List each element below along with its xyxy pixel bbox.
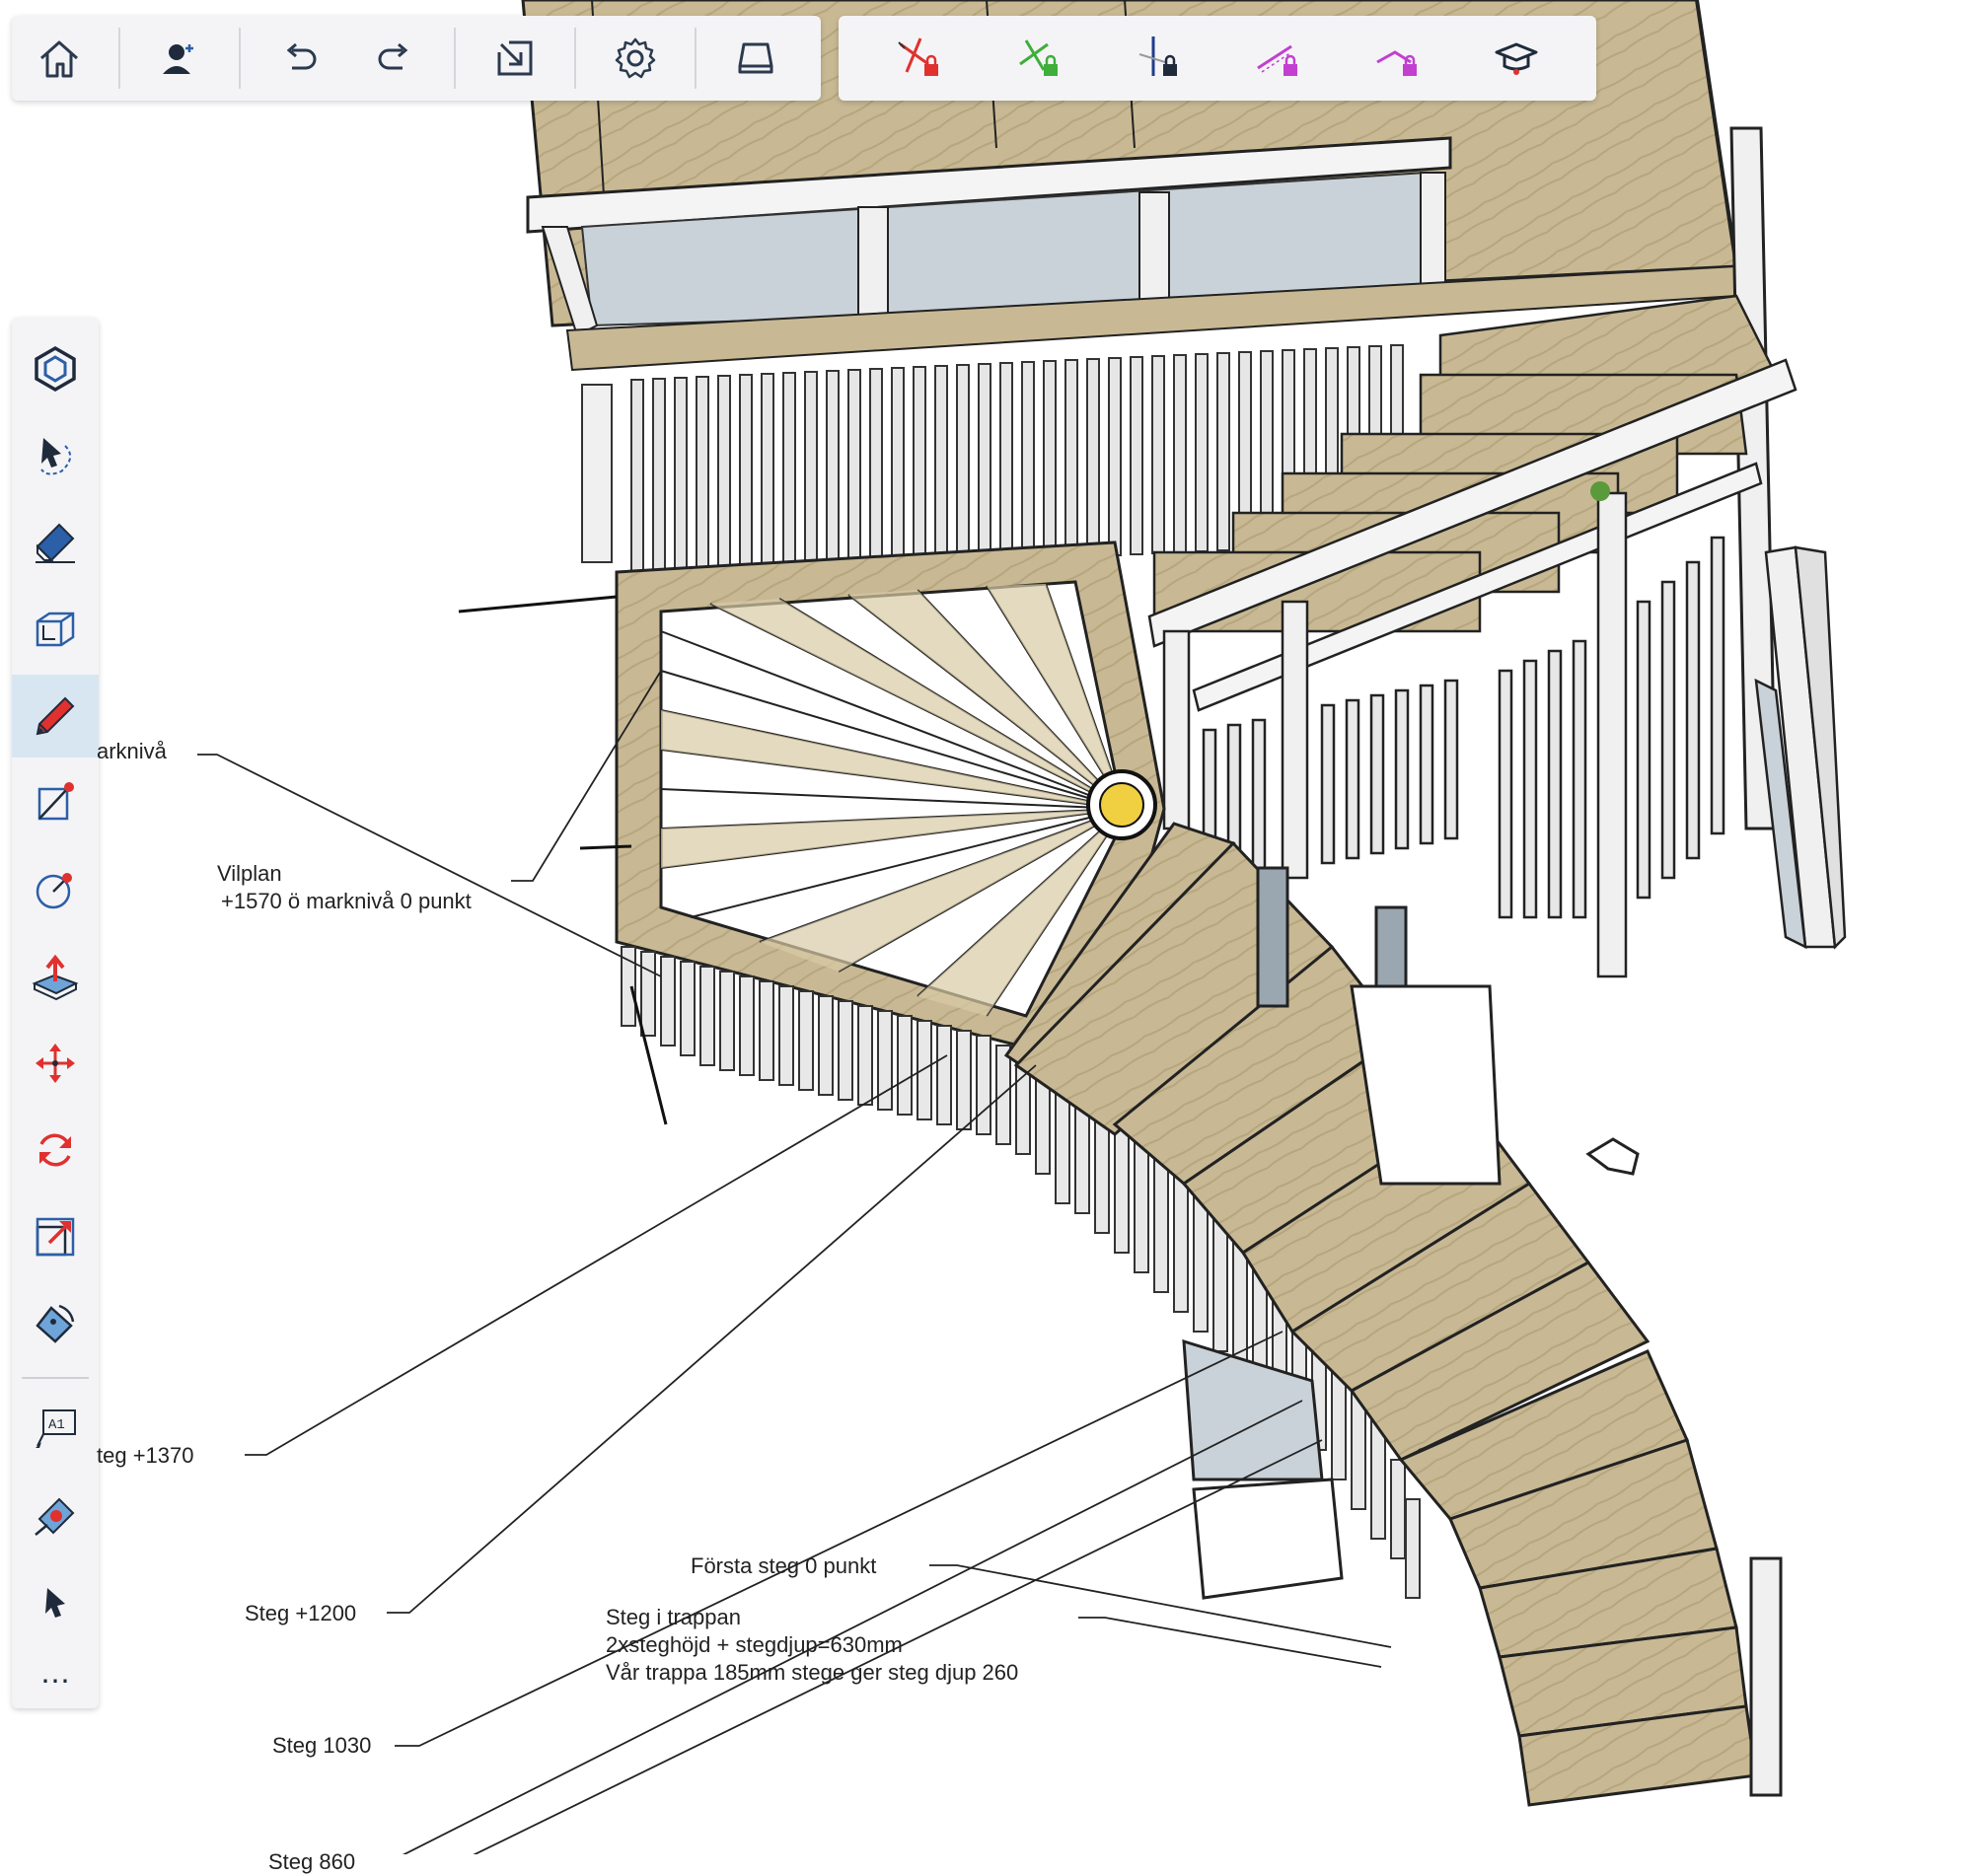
move-icon [36, 1044, 75, 1083]
text-tool[interactable]: A1 [12, 1387, 99, 1470]
section-plane-icon [36, 612, 75, 647]
inference-point-center [1086, 769, 1157, 840]
tool-sidebar: A1 ⋯ [12, 318, 99, 1708]
model-viewport[interactable] [0, 0, 1981, 1854]
pointer-tool[interactable] [12, 1560, 99, 1643]
lock-red-axis-icon [897, 37, 938, 76]
lower-stairs [1003, 822, 1783, 1807]
annotation-steg-trappan-1[interactable]: Steg i trappan [606, 1604, 741, 1631]
gear-icon [615, 37, 656, 79]
lock-blue-axis-button[interactable] [1110, 24, 1205, 93]
scale-tool[interactable] [12, 1195, 99, 1278]
push-pull-icon [32, 954, 79, 1001]
add-user-icon [163, 44, 193, 74]
lock-green-axis-icon [1019, 39, 1058, 76]
redo-button[interactable] [347, 24, 442, 93]
lock-magenta-parallel-icon [1376, 50, 1417, 76]
annotation-steg-860[interactable]: Steg 860 [268, 1848, 355, 1876]
redo-icon [378, 42, 408, 70]
annotation-steg-1370[interactable]: teg +1370 [97, 1442, 193, 1470]
components-icon [35, 345, 76, 393]
separator [454, 28, 456, 89]
annotation-steg-1030[interactable]: Steg 1030 [272, 1732, 371, 1760]
annotation-vilplan-title[interactable]: Vilplan [217, 860, 282, 888]
home-icon [40, 40, 78, 78]
line-tool[interactable] [12, 761, 99, 844]
tape-measure-icon [35, 1497, 75, 1536]
instructor-button[interactable] [1469, 24, 1564, 93]
stray-shape [1585, 1137, 1640, 1176]
circle-icon [36, 873, 72, 909]
push-pull-tool[interactable] [12, 935, 99, 1018]
storage-button[interactable] [708, 24, 803, 93]
axis-lock-toolbar [839, 16, 1596, 101]
settings-button[interactable] [588, 24, 683, 93]
export-icon [497, 40, 533, 76]
inference-point-green [1590, 481, 1610, 501]
storage-icon [738, 42, 773, 74]
separator [239, 28, 241, 89]
pencil-icon [36, 696, 75, 736]
paint-bucket-icon [36, 1304, 75, 1343]
lock-red-axis-button[interactable] [871, 24, 966, 93]
lock-magenta-parallel-button[interactable] [1350, 24, 1444, 93]
annotation-steg-trappan-2[interactable]: 2xsteghöjd + stegdjup=630mm [606, 1631, 903, 1659]
lasso-select-icon [40, 438, 72, 475]
text-icon: A1 [36, 1409, 76, 1448]
circle-tool[interactable] [12, 848, 99, 931]
scale-icon [36, 1217, 75, 1257]
annotation-steg-1200[interactable]: Steg +1200 [245, 1600, 356, 1627]
rotate-icon [39, 1133, 71, 1167]
more-icon[interactable]: ⋯ [12, 1639, 99, 1722]
instructor-cap-icon [1495, 42, 1538, 75]
undo-icon [286, 42, 317, 70]
undo-button[interactable] [253, 24, 347, 93]
eraser-icon [36, 523, 75, 563]
annotation-steg-trappan-3[interactable]: Vår trappa 185mm stege ger steg djup 260 [606, 1659, 1018, 1687]
move-tool[interactable] [12, 1022, 99, 1105]
separator [695, 28, 697, 89]
export-button[interactable] [468, 24, 562, 93]
line-icon [37, 782, 74, 821]
section-plane-tool[interactable] [12, 588, 99, 671]
lock-magenta-inference-button[interactable] [1230, 24, 1325, 93]
lock-blue-axis-icon [1139, 36, 1178, 76]
rotate-tool[interactable] [12, 1109, 99, 1191]
components-tool[interactable] [12, 327, 99, 410]
annotation-marknivå[interactable]: arknivå [97, 738, 167, 765]
separator [574, 28, 576, 89]
separator [118, 28, 120, 89]
eraser-tool[interactable] [12, 501, 99, 584]
main-toolbar [12, 16, 821, 101]
pointer-icon [45, 1588, 65, 1618]
lock-magenta-inference-icon [1256, 44, 1297, 76]
lasso-select-tool[interactable] [12, 414, 99, 497]
tape-measure-tool[interactable] [12, 1474, 99, 1556]
sidebar-separator [22, 1377, 89, 1379]
home-button[interactable] [12, 24, 107, 93]
add-user-button[interactable] [132, 24, 227, 93]
paint-bucket-tool[interactable] [12, 1282, 99, 1365]
annotation-forsta-steg[interactable]: Första steg 0 punkt [691, 1552, 876, 1580]
annotation-vilplan-level[interactable]: +1570 ö marknivå 0 punkt [221, 888, 472, 915]
pencil-tool[interactable] [12, 675, 99, 758]
lock-green-axis-button[interactable] [990, 24, 1085, 93]
svg-text:A1: A1 [48, 1417, 65, 1433]
